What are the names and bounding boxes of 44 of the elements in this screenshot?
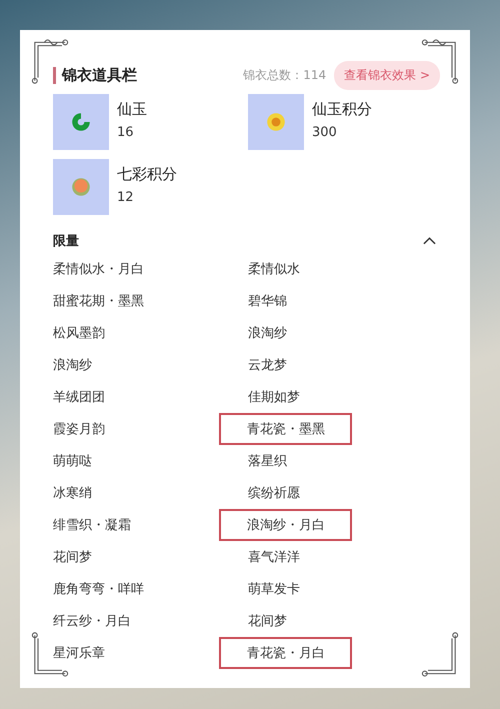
outfit-name: 甜蜜花期・墨黑 xyxy=(53,293,144,310)
item-count: 16 xyxy=(117,125,135,140)
outfit-name: 羊绒团团 xyxy=(53,389,105,406)
item-tile[interactable] xyxy=(53,159,109,215)
outfit-name: 花间梦 xyxy=(248,613,287,630)
outfit-name: 浪淘纱 xyxy=(248,325,287,342)
item-tile[interactable] xyxy=(248,94,304,150)
view-effect-button[interactable]: 查看锦衣效果 > xyxy=(334,60,440,90)
highlighted-outfit-name: 浪淘纱・月白 xyxy=(219,509,352,541)
orb-icon xyxy=(70,176,92,198)
outfit-name: 喜气洋洋 xyxy=(248,549,300,566)
item-count: 12 xyxy=(117,190,135,205)
accent-bar xyxy=(53,66,56,84)
outfit-name: 柔情似水・月白 xyxy=(53,261,144,278)
item-name: 仙玉 xyxy=(117,100,147,119)
highlighted-outfit-name: 青花瓷・月白 xyxy=(219,637,352,669)
outfit-name: 纤云纱・月白 xyxy=(53,613,131,630)
outfit-name: 霞姿月韵 xyxy=(53,421,105,438)
item-name: 仙玉积分 xyxy=(312,100,372,119)
panel-title: 锦衣道具栏 xyxy=(62,66,137,84)
outfit-name: 花间梦 xyxy=(53,549,92,566)
section-title: 限量 xyxy=(53,233,79,250)
outfit-name: 柔情似水 xyxy=(248,261,300,278)
highlighted-outfit-name: 青花瓷・墨黑 xyxy=(219,413,352,445)
outfit-name: 落星织 xyxy=(248,453,287,470)
outfit-name: 鹿角弯弯・咩咩 xyxy=(53,581,144,598)
collapse-caret-icon[interactable] xyxy=(423,237,436,245)
outfit-name: 冰寒绡 xyxy=(53,485,92,502)
outfit-name: 松风墨韵 xyxy=(53,325,105,342)
outfit-name: 云龙梦 xyxy=(248,357,287,374)
outfit-name: 萌草发卡 xyxy=(248,581,300,598)
item-count: 300 xyxy=(312,125,338,140)
outfit-name: 萌萌哒 xyxy=(53,453,92,470)
coin-icon xyxy=(265,111,287,133)
outfit-name: 绯雪织・凝霜 xyxy=(53,517,131,534)
item-name: 七彩积分 xyxy=(117,165,177,184)
item-tile[interactable] xyxy=(53,94,109,150)
outfit-name: 碧华锦 xyxy=(248,293,287,310)
outfit-name: 缤纷祈愿 xyxy=(248,485,300,502)
outfit-name: 佳期如梦 xyxy=(248,389,300,406)
total-count: 锦衣总数：114 xyxy=(243,66,326,84)
outfit-name: 星河乐章 xyxy=(53,645,105,662)
outfit-name: 浪淘纱 xyxy=(53,357,92,374)
jade-icon xyxy=(70,111,92,133)
